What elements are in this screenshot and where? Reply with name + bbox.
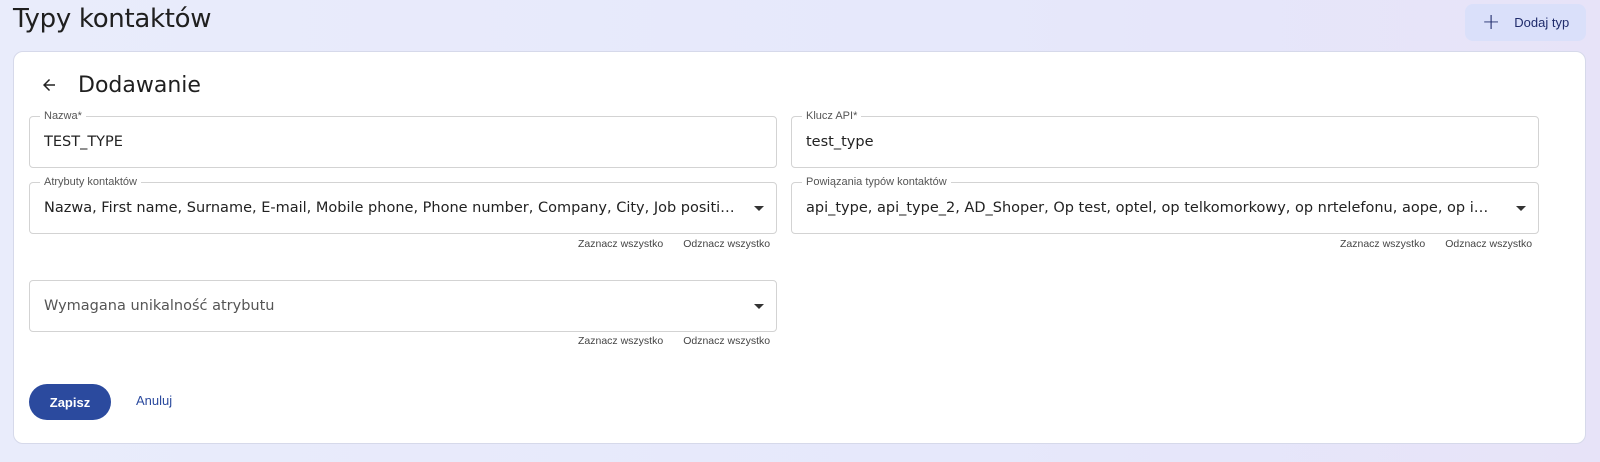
chevron-down-icon[interactable] — [754, 206, 764, 211]
name-field-label: Nazwa* — [40, 109, 86, 123]
chevron-down-icon[interactable] — [1516, 206, 1526, 211]
cancel-link[interactable]: Anuluj — [136, 393, 172, 408]
api-key-field-label: Klucz API* — [802, 109, 862, 123]
api-key-input[interactable]: test_type — [806, 132, 1502, 152]
card-title: Dodawanie — [78, 72, 201, 98]
arrow-left-icon[interactable] — [38, 74, 60, 96]
contact-attributes-value: Nazwa, First name, Surname, E-mail, Mobi… — [44, 200, 740, 216]
page-title: Typy kontaktów — [13, 4, 212, 34]
chevron-down-icon[interactable] — [754, 304, 764, 309]
add-type-button[interactable]: + Dodaj typ — [1465, 4, 1586, 41]
contact-type-links-actions: Zaznacz wszystko Odznacz wszystko — [1340, 238, 1532, 250]
save-button[interactable]: Zapisz — [29, 384, 111, 420]
attribute-uniqueness-select[interactable]: Wymagana unikalność atrybutu — [29, 280, 777, 332]
contact-attributes-select[interactable]: Atrybuty kontaktów Nazwa, First name, Su… — [29, 175, 777, 234]
select-all-type-links-link[interactable]: Zaznacz wszystko — [1340, 238, 1425, 250]
contact-type-links-value: api_type, api_type_2, AD_Shoper, Op test… — [806, 200, 1502, 216]
api-key-field[interactable]: Klucz API* test_type — [791, 109, 1539, 168]
select-all-attributes-link[interactable]: Zaznacz wszystko — [578, 238, 663, 250]
select-all-uniqueness-link[interactable]: Zaznacz wszystko — [578, 335, 663, 347]
deselect-all-type-links-link[interactable]: Odznacz wszystko — [1445, 238, 1532, 250]
add-type-button-label: Dodaj typ — [1514, 15, 1570, 30]
form-card: Dodawanie Nazwa* TEST_TYPE Klucz API* te… — [13, 51, 1586, 444]
deselect-all-uniqueness-link[interactable]: Odznacz wszystko — [683, 335, 770, 347]
contact-type-links-label: Powiązania typów kontaktów — [802, 175, 951, 189]
contact-attributes-actions: Zaznacz wszystko Odznacz wszystko — [578, 238, 770, 250]
attribute-uniqueness-placeholder: Wymagana unikalność atrybutu — [44, 298, 275, 314]
plus-icon: + — [1481, 9, 1501, 35]
contact-attributes-label: Atrybuty kontaktów — [40, 175, 141, 189]
name-field[interactable]: Nazwa* TEST_TYPE — [29, 109, 777, 168]
contact-type-links-select[interactable]: Powiązania typów kontaktów api_type, api… — [791, 175, 1539, 234]
deselect-all-attributes-link[interactable]: Odznacz wszystko — [683, 238, 770, 250]
name-input[interactable]: TEST_TYPE — [44, 132, 740, 152]
attribute-uniqueness-actions: Zaznacz wszystko Odznacz wszystko — [578, 335, 770, 347]
card-header: Dodawanie — [38, 70, 201, 100]
